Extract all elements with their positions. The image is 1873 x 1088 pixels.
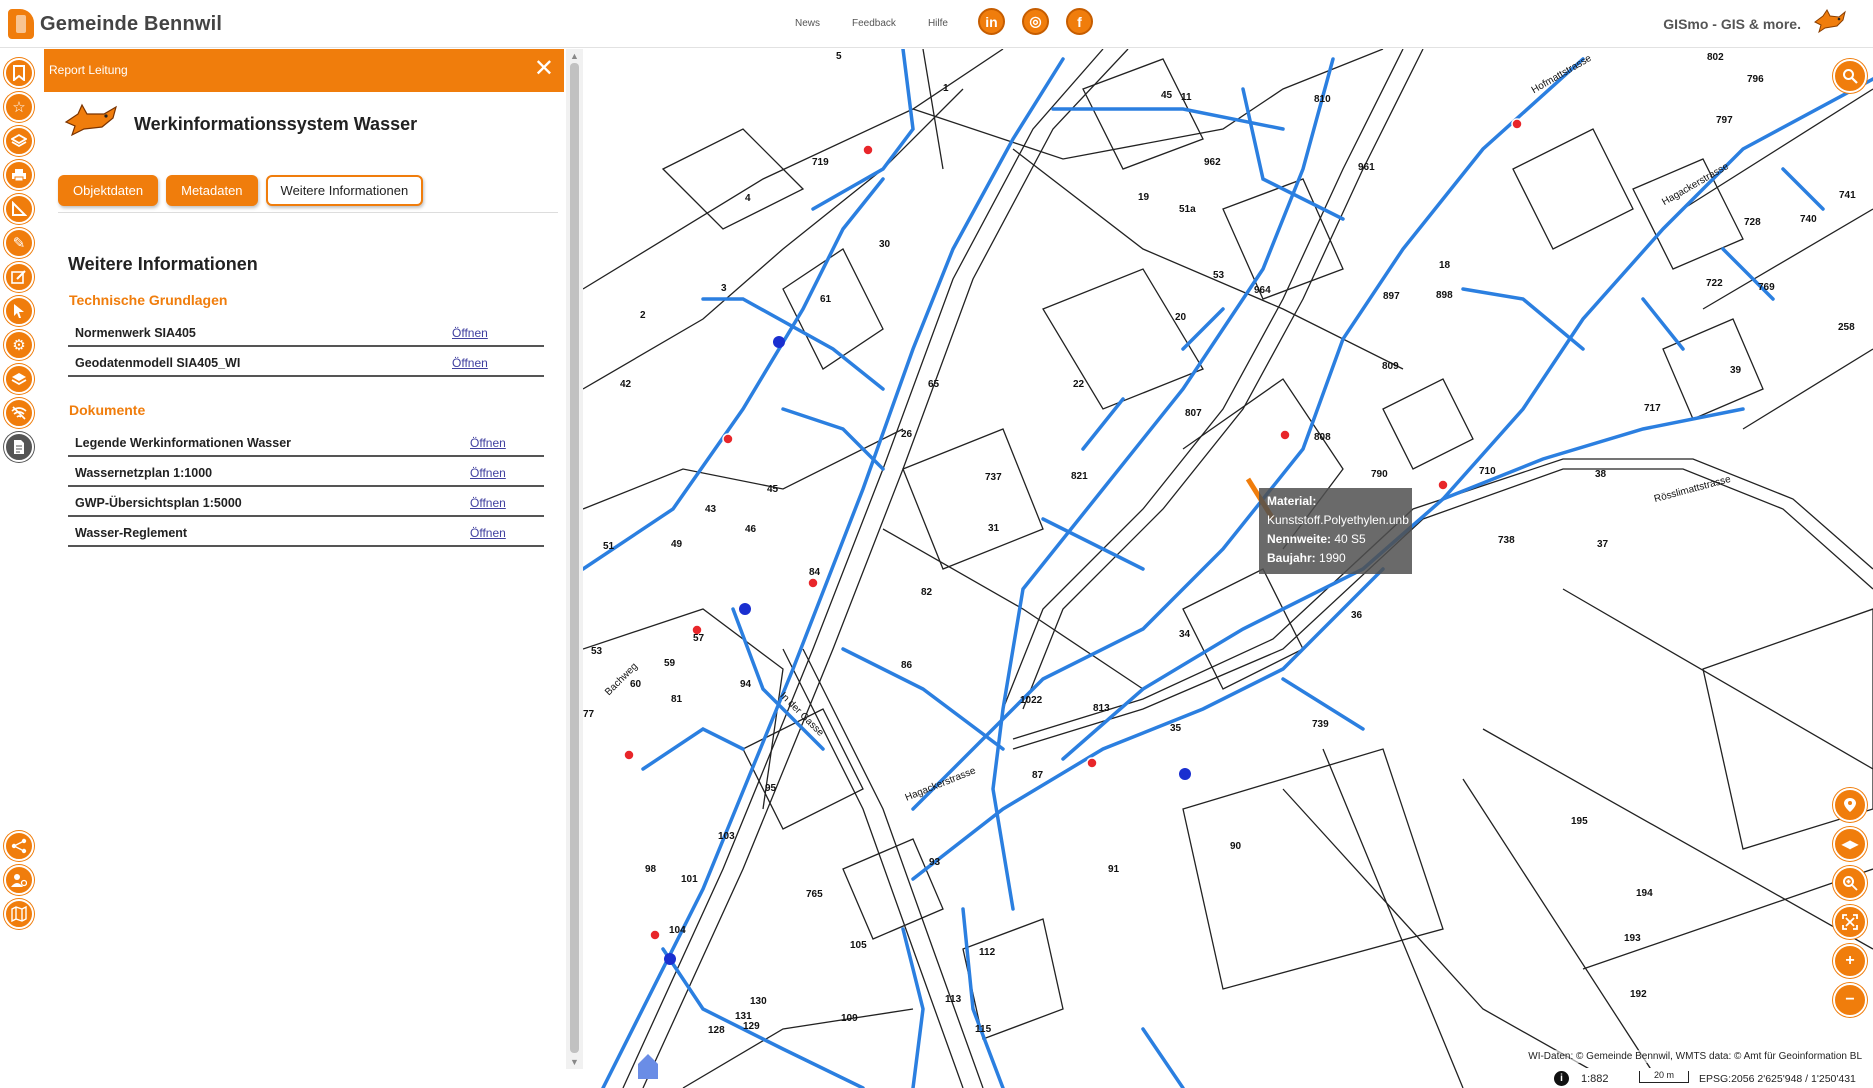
- info-icon[interactable]: i: [1554, 1071, 1569, 1086]
- nennweite-label: Nennweite:: [1267, 532, 1332, 546]
- print-icon[interactable]: [4, 160, 34, 190]
- scrollbar-thumb[interactable]: [570, 63, 579, 1053]
- list-item: Normenwerk SIA405 Öffnen: [68, 317, 544, 347]
- app-root: Gemeinde Bennwil News Feedback Hilfe in …: [0, 0, 1873, 1088]
- scalebar: 20 m: [1639, 1071, 1689, 1083]
- baujahr-label: Baujahr:: [1267, 551, 1316, 565]
- coordinate-readout: EPSG:2056 2'625'948 / 1'250'431: [1699, 1073, 1856, 1085]
- list-item-label: Wasser-Reglement: [75, 526, 188, 540]
- left-toolbar: ☆ ✎ ⚙: [0, 48, 38, 1088]
- group-title-dokumente: Dokumente: [69, 402, 146, 418]
- tab-weitere-informationen[interactable]: Weitere Informationen: [265, 175, 424, 206]
- layer-switch-icon[interactable]: [4, 364, 34, 394]
- list-item: Legende Werkinformationen Wasser Öffnen: [68, 427, 544, 457]
- municipality-title: Gemeinde Bennwil: [40, 12, 223, 35]
- facebook-icon[interactable]: f: [1066, 8, 1093, 35]
- draw-icon[interactable]: ✎: [4, 228, 34, 258]
- home-marker-icon: [638, 1054, 658, 1079]
- list-item-label: Legende Werkinformationen Wasser: [75, 436, 292, 450]
- select-icon[interactable]: [4, 296, 34, 326]
- app-title: Werkinformationssystem Wasser: [134, 114, 418, 134]
- open-link[interactable]: Öffnen: [470, 466, 506, 480]
- top-header: Gemeinde Bennwil News Feedback Hilfe in …: [0, 0, 1873, 48]
- list-item-label: GWP-Übersichtsplan 1:5000: [75, 496, 242, 510]
- list-item-label: Geodatenmodell SIA405_WI: [75, 356, 241, 370]
- list-item: Wassernetzplan 1:1000 Öffnen: [68, 457, 544, 487]
- water-pipes: [583, 49, 1873, 1088]
- baujahr-value: 1990: [1319, 551, 1346, 565]
- tab-objektdaten[interactable]: Objektdaten: [58, 175, 159, 206]
- wifi-off-icon[interactable]: [4, 398, 34, 428]
- nav-hilfe[interactable]: Hilfe: [928, 18, 948, 29]
- feature-tooltip: Material: Kunststoff.Polyethylen.unb Nen…: [1259, 488, 1412, 574]
- fox-logo-icon: [64, 103, 117, 137]
- scale-readout: 1:882: [1581, 1073, 1609, 1085]
- share-icon[interactable]: [4, 831, 34, 861]
- swipe-icon[interactable]: ◂▸: [1833, 827, 1867, 861]
- fullscreen-icon[interactable]: [1833, 905, 1867, 939]
- map-statusbar: i 1:882 20 m EPSG:2056 2'625'948 / 1'250…: [1545, 1068, 1873, 1088]
- report-panel: Report Leitung ✕ Werkinformationssystem …: [44, 49, 564, 1069]
- measure-icon[interactable]: [4, 194, 34, 224]
- brand[interactable]: Gemeinde Bennwil: [8, 8, 222, 40]
- list-technische-grundlagen: Normenwerk SIA405 Öffnen Geodatenmodell …: [68, 317, 544, 377]
- scroll-down-icon[interactable]: ▼: [569, 1057, 580, 1067]
- top-nav: News Feedback Hilfe: [795, 18, 980, 29]
- map-attribution: WI-Daten: © Gemeinde Bennwil, WMTS data:…: [1525, 1050, 1865, 1063]
- map-icon[interactable]: [4, 899, 34, 929]
- map-drawing: [583, 49, 1873, 1088]
- map-canvas[interactable]: 5 1 11 45 810 802 796 797 719 4 962 19 5…: [583, 49, 1873, 1088]
- zoom-magnifier-icon[interactable]: [1833, 866, 1867, 900]
- open-link[interactable]: Öffnen: [452, 326, 488, 340]
- settings-icon[interactable]: ⚙: [4, 330, 34, 360]
- open-link[interactable]: Öffnen: [470, 496, 506, 510]
- material-label: Material:: [1267, 494, 1317, 508]
- nav-feedback[interactable]: Feedback: [852, 18, 896, 29]
- nennweite-value: 40 S5: [1334, 532, 1366, 546]
- zoom-out-icon[interactable]: −: [1833, 983, 1867, 1017]
- zoom-in-icon[interactable]: +: [1833, 944, 1867, 978]
- bookmark-icon[interactable]: [4, 58, 34, 88]
- open-link[interactable]: Öffnen: [470, 526, 506, 540]
- list-item: Wasser-Reglement Öffnen: [68, 517, 544, 547]
- tabs-divider: [58, 212, 558, 213]
- group-title-technische-grundlagen: Technische Grundlagen: [69, 292, 228, 308]
- scroll-up-icon[interactable]: ▲: [569, 51, 580, 61]
- list-item-label: Normenwerk SIA405: [75, 326, 196, 340]
- social-links: in ◎ f: [978, 8, 1093, 35]
- open-link[interactable]: Öffnen: [452, 356, 488, 370]
- report-panel-title: Report Leitung: [49, 63, 128, 77]
- section-title: Weitere Informationen: [68, 254, 258, 274]
- locate-icon[interactable]: [1833, 788, 1867, 822]
- edit-icon[interactable]: [4, 262, 34, 292]
- list-item-label: Wassernetzplan 1:1000: [75, 466, 213, 480]
- list-dokumente: Legende Werkinformationen Wasser Öffnen …: [68, 427, 544, 547]
- open-link[interactable]: Öffnen: [470, 436, 506, 450]
- star-icon[interactable]: ☆: [4, 92, 34, 122]
- close-icon[interactable]: ✕: [534, 57, 554, 81]
- nav-news[interactable]: News: [795, 18, 820, 29]
- cadastre-lines: [583, 49, 1873, 1088]
- linkedin-icon[interactable]: in: [978, 8, 1005, 35]
- municipality-logo-icon: [8, 9, 34, 39]
- tab-metadaten[interactable]: Metadaten: [166, 175, 258, 206]
- material-value: Kunststoff.Polyethylen.unb: [1267, 513, 1409, 527]
- instagram-icon[interactable]: ◎: [1022, 8, 1049, 35]
- search-icon[interactable]: [1833, 59, 1867, 93]
- fox-mascot-icon: [1814, 9, 1846, 34]
- report-panel-header: Report Leitung ✕: [44, 49, 564, 92]
- report-icon[interactable]: [4, 432, 34, 462]
- panel-scrollbar[interactable]: ▲ ▼: [566, 49, 583, 1069]
- layers-icon[interactable]: [4, 126, 34, 156]
- list-item: Geodatenmodell SIA405_WI Öffnen: [68, 347, 544, 377]
- gismo-tagline: GISmo - GIS & more.: [1663, 16, 1801, 32]
- panel-tabs: Objektdaten Metadaten Weitere Informatio…: [58, 175, 424, 206]
- list-item: GWP-Übersichtsplan 1:5000 Öffnen: [68, 487, 544, 517]
- user-admin-icon[interactable]: [4, 865, 34, 895]
